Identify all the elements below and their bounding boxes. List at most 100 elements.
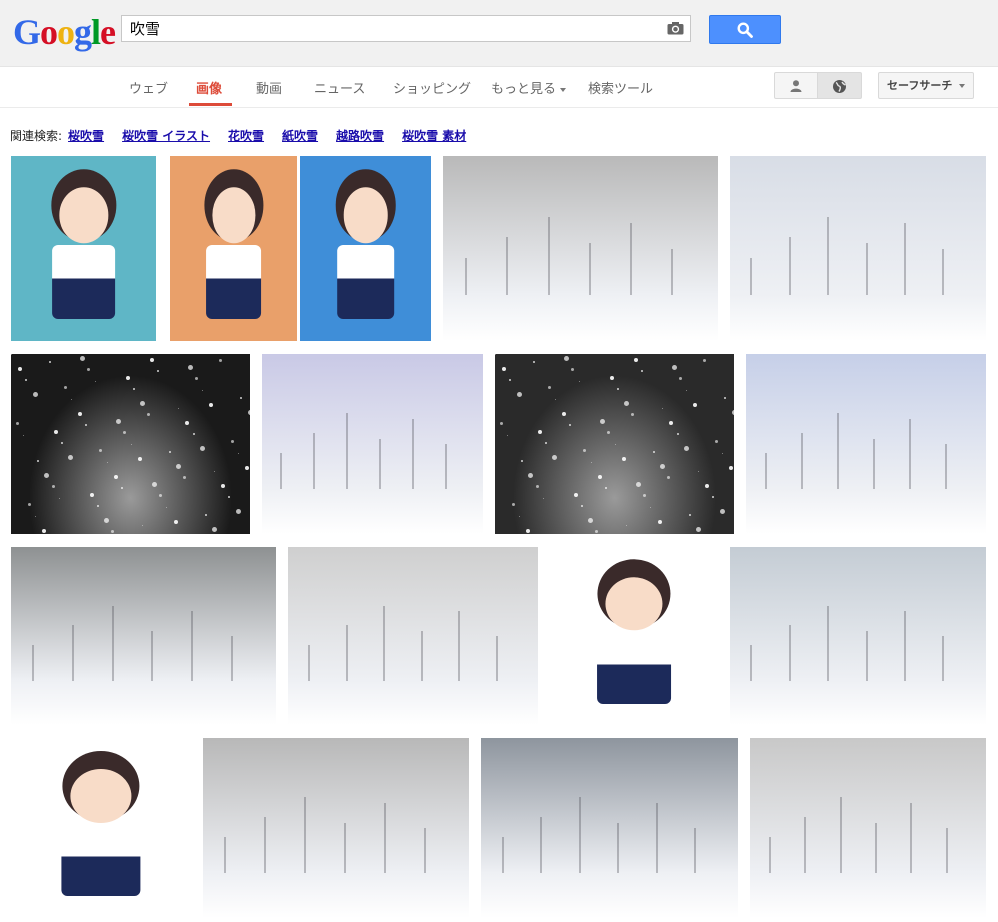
snowflake — [49, 361, 52, 364]
related-link[interactable]: 花吹雪 — [228, 129, 264, 143]
snowflake — [247, 409, 250, 415]
snowflake — [552, 454, 558, 460]
tab-web[interactable]: ウェブ — [129, 78, 168, 97]
snowflake — [37, 460, 40, 463]
personal-results-button[interactable] — [774, 72, 818, 99]
tree-silhouette — [655, 802, 658, 873]
search-button[interactable] — [709, 15, 781, 44]
snowflake — [42, 528, 47, 533]
image-result-foggy-trees[interactable] — [203, 738, 469, 918]
related-searches: 関連検索: 桜吹雪 桜吹雪 イラスト 花吹雪 紙吹雪 越路吹雪 桜吹雪 素材 — [10, 127, 478, 144]
snowflake — [695, 526, 701, 532]
tree-silhouette — [343, 822, 346, 873]
snowflake — [643, 494, 647, 498]
snowflake — [676, 433, 679, 436]
figure-face — [343, 187, 388, 243]
logo-letter: o — [40, 12, 58, 52]
safe-search-button[interactable]: セーフサーチ — [878, 72, 974, 99]
related-link[interactable]: 桜吹雪 イラスト — [122, 129, 210, 143]
image-result-dog-in-snow[interactable] — [746, 354, 986, 534]
snowflake — [657, 519, 662, 524]
tree-silhouette — [32, 644, 35, 681]
snowflake — [218, 359, 222, 363]
image-result-snowy-pine-forest[interactable] — [481, 738, 738, 918]
tab-images[interactable]: 画像 — [196, 78, 222, 97]
snowflake — [178, 408, 180, 409]
image-result-snowy-forest[interactable] — [443, 156, 718, 341]
related-link[interactable]: 桜吹雪 素材 — [402, 129, 466, 143]
snowflake — [15, 422, 19, 426]
image-result-dark-snow-road[interactable] — [495, 354, 734, 534]
snowflake — [714, 440, 718, 444]
snowflake — [149, 357, 154, 362]
snowflake — [729, 465, 734, 470]
logo-letter: e — [100, 12, 116, 52]
related-link[interactable]: 越路吹雪 — [336, 129, 384, 143]
tree-silhouette — [945, 828, 948, 873]
image-result-anime-fubuki-sky[interactable] — [300, 156, 431, 341]
figure-face — [58, 187, 109, 243]
snowflake — [621, 456, 626, 461]
camera-icon[interactable] — [667, 21, 684, 35]
snowflake — [607, 431, 611, 435]
logo-letter: g — [74, 12, 92, 52]
image-result-anime-fubuki-closeup[interactable] — [11, 738, 191, 918]
snowflake — [571, 368, 575, 372]
snowflake — [600, 418, 606, 424]
snowflake — [61, 442, 64, 445]
figure-face — [70, 768, 132, 823]
snowflake — [113, 474, 118, 479]
tree-silhouette — [765, 453, 768, 489]
snowflake — [25, 379, 28, 382]
tab-video[interactable]: 動画 — [256, 78, 282, 97]
tab-more[interactable]: もっと見る — [491, 78, 567, 97]
snowflake — [166, 507, 168, 508]
related-link[interactable]: 紙吹雪 — [282, 129, 318, 143]
snowflake — [137, 456, 142, 461]
tree-silhouette — [379, 438, 382, 489]
snowflake — [142, 525, 144, 526]
snowflake — [70, 399, 72, 400]
image-result-people-blizzard[interactable] — [262, 354, 483, 534]
snowflake — [509, 379, 512, 382]
image-result-soldiers-blizzard[interactable] — [11, 547, 276, 725]
tree-silhouette — [671, 248, 674, 295]
tab-search-tools[interactable]: 検索ツール — [588, 78, 653, 97]
global-results-button[interactable] — [818, 72, 862, 99]
image-result-anime-fubuki-standing[interactable] — [550, 547, 718, 725]
related-link[interactable]: 桜吹雪 — [68, 129, 104, 143]
image-result-snow-field-trees[interactable] — [730, 156, 986, 341]
snowflake — [230, 440, 234, 444]
snowflake — [140, 400, 146, 406]
tree-silhouette — [111, 605, 114, 681]
tree-silhouette — [308, 644, 310, 681]
snowflake — [204, 514, 207, 517]
tree-silhouette — [910, 802, 913, 873]
snowflake — [521, 460, 524, 463]
snowflake — [712, 496, 715, 499]
tab-news[interactable]: ニュース — [314, 78, 365, 97]
snowflake — [538, 429, 543, 434]
snowflake — [199, 445, 205, 451]
tree-silhouette — [873, 438, 876, 489]
snowflake — [94, 381, 96, 382]
image-result-cars-snow-road[interactable] — [730, 547, 986, 725]
snowflake — [588, 517, 594, 523]
snowflake — [22, 435, 24, 436]
snowflake — [731, 409, 734, 415]
image-result-night-snowfall[interactable] — [11, 354, 250, 534]
snowflake — [44, 472, 50, 478]
tree-silhouette — [312, 433, 315, 489]
google-logo[interactable]: Google — [13, 12, 116, 52]
snowflake — [650, 507, 652, 508]
image-result-anime-fubuki-poster[interactable] — [170, 156, 297, 341]
snowflake — [202, 390, 204, 391]
image-result-crashed-cars[interactable] — [288, 547, 538, 725]
image-result-anime-fubuki-cover[interactable] — [11, 156, 156, 341]
snowflake — [80, 355, 86, 361]
snowflake — [211, 526, 217, 532]
search-input[interactable] — [122, 16, 668, 41]
image-result-snowflakes-trees[interactable] — [750, 738, 986, 918]
tab-shopping[interactable]: ショッピング — [393, 78, 471, 97]
tree-silhouette — [750, 644, 753, 681]
